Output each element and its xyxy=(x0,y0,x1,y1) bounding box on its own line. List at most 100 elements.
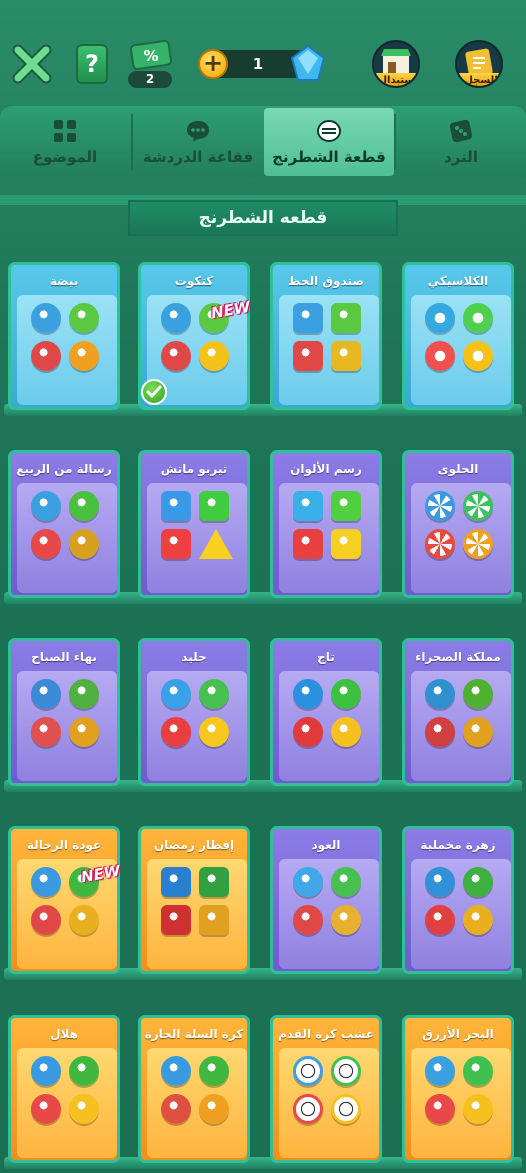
piece-card[interactable]: عودة الرحالة NEW xyxy=(8,826,122,974)
piece-card[interactable]: إفطار رمضان xyxy=(138,826,250,974)
piece-card[interactable]: العود xyxy=(270,826,382,974)
chess-piece-icon xyxy=(463,905,493,935)
piece-preview xyxy=(411,671,511,781)
chess-piece-icon xyxy=(199,491,229,521)
piece-card[interactable]: زهرة مخملية xyxy=(402,826,514,974)
chess-piece-icon xyxy=(293,491,323,521)
history-button[interactable]: السجل xyxy=(455,40,503,88)
tab-theme[interactable]: الموضوع xyxy=(0,108,130,176)
piece-card[interactable]: تاج xyxy=(270,638,382,786)
piece-card[interactable]: الكلاسيكي xyxy=(402,262,514,410)
piece-card-label: بيضة xyxy=(49,274,79,288)
chess-piece-icon xyxy=(293,529,323,559)
chess-piece-icon xyxy=(425,679,455,709)
chess-piece-icon xyxy=(199,867,229,897)
tab-chess-piece[interactable]: قطعة الشطرنج xyxy=(264,108,394,176)
chess-piece-icon xyxy=(317,120,341,142)
chess-piece-icon xyxy=(31,491,61,521)
piece-card[interactable]: رسم الألوان xyxy=(270,450,382,598)
chess-piece-icon xyxy=(69,529,99,559)
chess-piece-icon xyxy=(69,491,99,521)
chess-piece-icon xyxy=(463,1094,493,1124)
help-button[interactable]: ? xyxy=(76,44,108,84)
piece-card[interactable]: عشب كرة القدم xyxy=(270,1015,382,1163)
tab-chat-bubble[interactable]: فقاعة الدردشة xyxy=(133,108,263,176)
chess-piece-icon xyxy=(293,303,323,333)
chess-piece-icon xyxy=(161,867,191,897)
chess-piece-icon xyxy=(69,717,99,747)
chess-piece-icon xyxy=(293,867,323,897)
chess-piece-icon xyxy=(463,341,493,371)
chess-piece-icon xyxy=(463,679,493,709)
piece-card[interactable]: جليد xyxy=(138,638,250,786)
piece-preview xyxy=(279,1048,379,1158)
chess-piece-icon xyxy=(331,303,361,333)
tab-label: قطعة الشطرنج xyxy=(272,148,386,166)
piece-preview xyxy=(17,1048,117,1158)
chess-piece-icon xyxy=(463,529,493,559)
chess-piece-icon xyxy=(331,679,361,709)
piece-card[interactable]: بهاء الصباح xyxy=(8,638,120,786)
chess-piece-icon xyxy=(463,717,493,747)
piece-card-label: إفطار رمضان xyxy=(153,838,235,852)
chess-piece-icon xyxy=(331,1094,361,1124)
piece-card[interactable]: الحلوى xyxy=(402,450,514,598)
piece-card-label: بهاء الصباح xyxy=(31,650,97,664)
chess-piece-icon xyxy=(161,303,191,333)
chess-piece-icon xyxy=(331,905,361,935)
replace-button[interactable]: استبدال xyxy=(372,40,420,88)
chess-piece-icon xyxy=(425,1056,455,1086)
chess-piece-icon xyxy=(425,867,455,897)
piece-card[interactable]: تيربو ماتش xyxy=(138,450,250,598)
section-title: قطعه الشطرنج xyxy=(128,200,398,236)
chess-piece-icon xyxy=(31,1094,61,1124)
chess-piece-icon xyxy=(331,491,361,521)
piece-card-label: مملكة الصحراء xyxy=(415,650,501,664)
piece-card[interactable]: بيضة xyxy=(8,262,120,410)
piece-preview xyxy=(411,1048,511,1158)
piece-card-label: جليد xyxy=(181,650,207,664)
chess-piece-icon xyxy=(425,491,455,521)
piece-card[interactable]: هلال xyxy=(8,1015,120,1163)
piece-preview xyxy=(411,295,511,405)
piece-card[interactable]: رسالة من الربيع xyxy=(8,450,120,598)
close-icon[interactable] xyxy=(12,44,52,84)
piece-card[interactable]: مملكة الصحراء xyxy=(402,638,514,786)
diamond-icon xyxy=(290,44,326,81)
chess-piece-icon xyxy=(425,529,455,559)
piece-preview xyxy=(17,295,117,405)
piece-preview xyxy=(147,483,247,593)
ticket-icon[interactable]: % xyxy=(128,40,174,70)
chess-piece-icon xyxy=(69,303,99,333)
piece-card-label: رسالة من الربيع xyxy=(16,462,112,476)
piece-preview xyxy=(279,295,379,405)
chess-piece-icon xyxy=(293,679,323,709)
add-gems-button[interactable]: + xyxy=(198,49,228,79)
tab-label: النرد xyxy=(444,148,478,166)
chess-piece-icon xyxy=(199,529,233,559)
question-icon: ? xyxy=(85,50,99,78)
piece-card-label: الحلوى xyxy=(437,462,479,476)
piece-card[interactable]: كتكوت NEW xyxy=(138,262,252,410)
chess-piece-icon xyxy=(331,717,361,747)
chess-piece-icon xyxy=(293,717,323,747)
chess-piece-icon xyxy=(161,529,191,559)
piece-card[interactable]: البحر الأزرق xyxy=(402,1015,514,1163)
piece-card[interactable]: صندوق الحظ xyxy=(270,262,382,410)
piece-card-label: صندوق الحظ xyxy=(288,274,364,288)
piece-card-label: زهرة مخملية xyxy=(420,838,496,852)
chess-piece-icon xyxy=(31,303,61,333)
chess-piece-icon xyxy=(69,905,99,935)
piece-card-label: كتكوت xyxy=(174,274,214,288)
piece-preview xyxy=(411,859,511,969)
chess-piece-icon xyxy=(161,717,191,747)
piece-card-label: عشب كرة القدم xyxy=(278,1027,374,1041)
piece-card[interactable]: كرة السلة الحارة xyxy=(138,1015,250,1163)
tab-dice[interactable]: النرد xyxy=(396,108,526,176)
tab-label: فقاعة الدردشة xyxy=(142,148,254,166)
chess-piece-icon xyxy=(425,905,455,935)
piece-card-label: رسم الألوان xyxy=(290,462,362,476)
piece-card-label: هلال xyxy=(50,1027,78,1041)
grid-icon xyxy=(54,120,76,142)
dice-icon xyxy=(449,119,473,143)
